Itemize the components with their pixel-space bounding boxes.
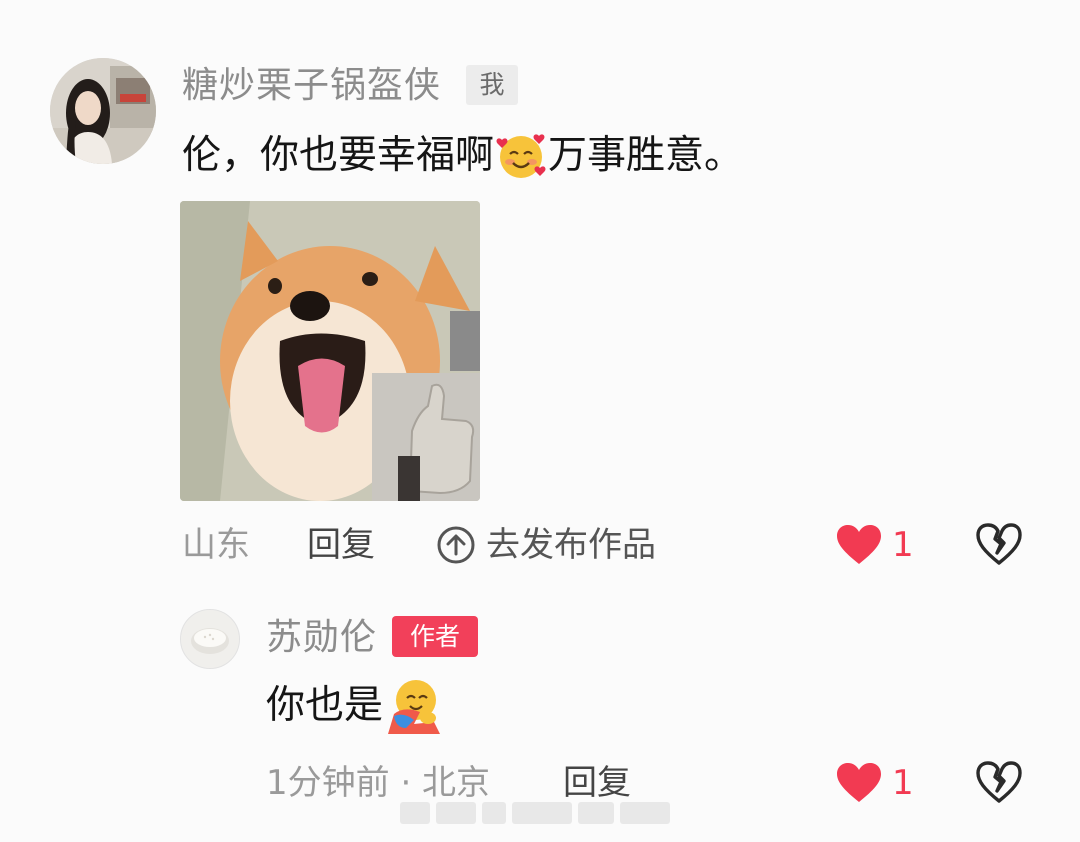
author-badge: 作者 xyxy=(392,616,478,657)
hugging-face-icon xyxy=(384,676,444,736)
me-badge: 我 xyxy=(466,65,518,105)
reply-text: 你也是 xyxy=(266,676,445,736)
comment-thread: 糖炒栗子锅盔侠 我 伦，你也要幸福啊 万事胜意。 山东 回复 去发布作品 1 苏… xyxy=(0,0,1080,842)
dislike-button[interactable] xyxy=(976,523,1022,569)
publish-work-label: 去发布作品 xyxy=(486,525,656,565)
like-count: 1 xyxy=(892,763,914,803)
shiba-dog-sticker[interactable] xyxy=(180,201,480,501)
like-count: 1 xyxy=(892,525,914,565)
broken-heart-icon xyxy=(976,523,1022,565)
broken-heart-icon xyxy=(976,761,1022,803)
dislike-button[interactable] xyxy=(976,761,1022,807)
reply-text-part: 你也是 xyxy=(266,683,384,728)
publish-work-link[interactable]: 去发布作品 xyxy=(436,522,656,568)
author-avatar[interactable] xyxy=(180,609,240,669)
smiling-face-with-hearts-icon xyxy=(495,130,547,182)
comment-text-part: 伦，你也要幸福啊 xyxy=(182,133,495,178)
heart-icon xyxy=(837,525,881,564)
username[interactable]: 糖炒栗子锅盔侠 xyxy=(182,62,441,110)
comment-text-part: 万事胜意。 xyxy=(548,133,744,178)
like-button[interactable]: 1 xyxy=(836,760,914,806)
location-label: 山东 xyxy=(182,525,250,565)
comment-text: 伦，你也要幸福啊 万事胜意。 xyxy=(182,128,743,184)
watermark xyxy=(400,796,680,830)
like-button[interactable]: 1 xyxy=(836,522,914,568)
reply-button[interactable]: 回复 xyxy=(307,522,375,568)
author-username[interactable]: 苏勋伦 xyxy=(266,614,377,662)
heart-icon xyxy=(837,763,881,802)
user-avatar[interactable] xyxy=(50,58,156,164)
upload-circle-icon xyxy=(437,526,475,564)
